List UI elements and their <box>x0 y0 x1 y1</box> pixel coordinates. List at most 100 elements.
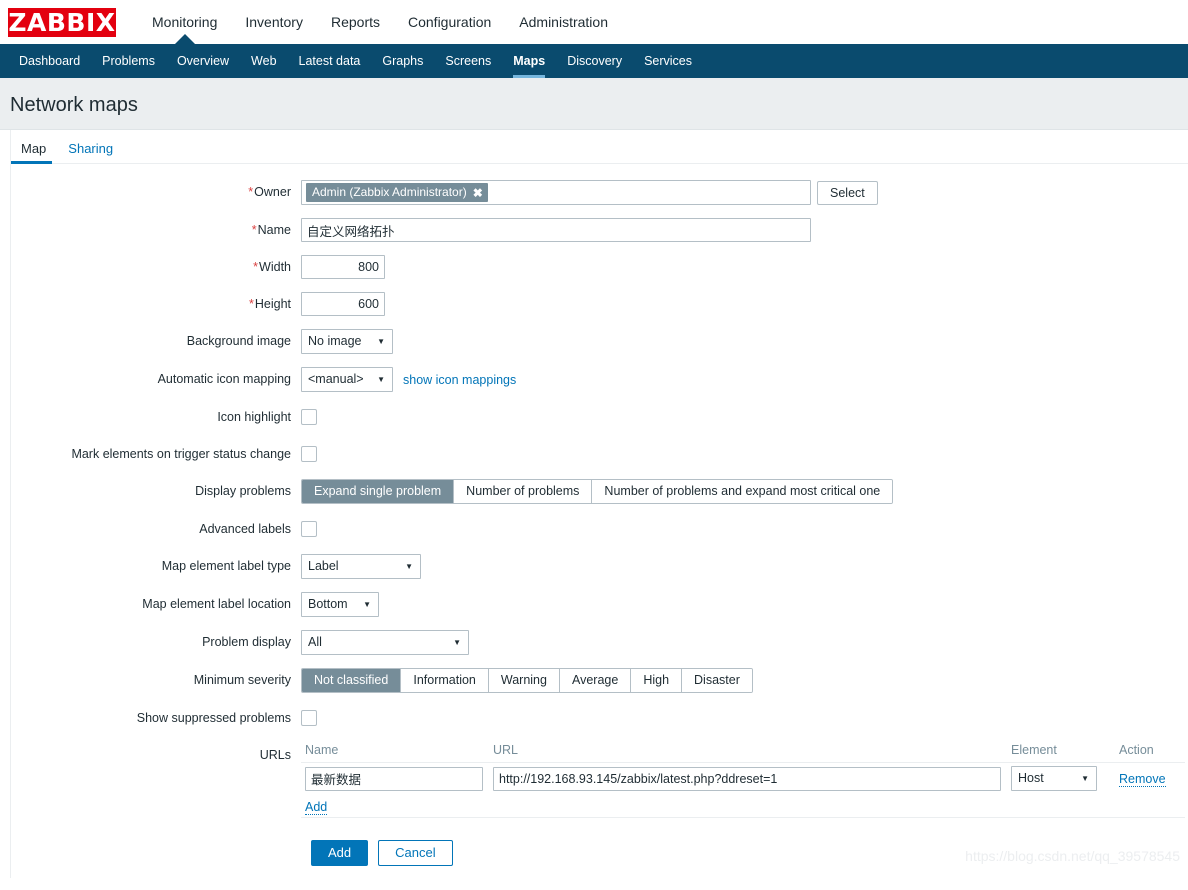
subnav-label: Dashboard <box>19 54 81 68</box>
label-advanced-labels: Advanced labels <box>199 522 291 536</box>
subnav-label: Discovery <box>567 54 623 68</box>
label-background-image: Background image <box>186 334 291 348</box>
topnav-item-administration[interactable]: Administration <box>505 0 622 44</box>
label-automatic-icon-mapping: Automatic icon mapping <box>157 372 291 386</box>
required-asterisk: * <box>248 297 254 311</box>
background-image-select[interactable]: No image <box>301 329 393 354</box>
background-image-value: No image <box>308 334 362 348</box>
label-width: *Width <box>11 255 301 279</box>
severity-option-information[interactable]: Information <box>401 669 489 692</box>
subnav-item-maps[interactable]: Maps <box>502 44 556 78</box>
field-row-display-problems: Display problems Expand single problem N… <box>11 479 1188 504</box>
field-row-width: *Width <box>11 255 1188 279</box>
url-add-link[interactable]: Add <box>305 800 328 815</box>
urls-column-url: URL <box>489 743 1007 763</box>
urls-column-name: Name <box>301 743 489 763</box>
label-text: Owner <box>254 185 291 199</box>
tab-map[interactable]: Map <box>11 134 58 164</box>
required-asterisk: * <box>248 185 254 199</box>
automatic-icon-mapping-select[interactable]: <manual> <box>301 367 393 392</box>
field-row-background-image: Background image No image <box>11 329 1188 354</box>
subnav-item-dashboard[interactable]: Dashboard <box>8 44 91 78</box>
url-name-input[interactable] <box>305 766 483 791</box>
severity-option-not-classified[interactable]: Not classified <box>302 669 402 692</box>
mark-elements-checkbox[interactable] <box>301 446 317 462</box>
display-problems-option-number[interactable]: Number of problems <box>454 480 593 503</box>
secondary-nav: Dashboard Problems Overview Web Latest d… <box>0 44 1188 78</box>
field-row-urls: URLs Name URL Element Action 最新数据 http:/… <box>11 743 1188 818</box>
topnav-item-inventory[interactable]: Inventory <box>231 0 317 44</box>
severity-option-disaster[interactable]: Disaster <box>682 669 752 692</box>
subnav-item-problems[interactable]: Problems <box>91 44 166 78</box>
cancel-button[interactable]: Cancel <box>378 840 453 866</box>
map-element-label-location-select[interactable]: Bottom <box>301 592 379 617</box>
field-row-show-suppressed: Show suppressed problems <box>11 706 1188 730</box>
urls-column-action: Action <box>1115 743 1185 763</box>
subnav-label: Services <box>644 54 693 68</box>
label-text: Width <box>259 260 291 274</box>
map-element-label-type-select[interactable]: Label <box>301 554 421 579</box>
subnav-item-latest-data[interactable]: Latest data <box>288 44 372 78</box>
topnav-item-reports[interactable]: Reports <box>317 0 394 44</box>
severity-option-high[interactable]: High <box>631 669 683 692</box>
field-row-icon-highlight: Icon highlight <box>11 405 1188 429</box>
automatic-icon-mapping-value: <manual> <box>308 372 364 386</box>
subnav-label: Screens <box>445 54 492 68</box>
url-remove-link[interactable]: Remove <box>1119 771 1166 787</box>
subnav-item-screens[interactable]: Screens <box>434 44 502 78</box>
label-height: *Height <box>11 292 301 316</box>
name-input[interactable] <box>301 218 811 242</box>
field-row-name: *Name <box>11 218 1188 242</box>
zabbix-logo[interactable]: ZABBIX <box>8 7 116 37</box>
severity-option-warning[interactable]: Warning <box>488 669 560 692</box>
topnav-label: Monitoring <box>152 14 218 30</box>
owner-select-button[interactable]: Select <box>817 180 878 205</box>
owner-multiselect[interactable]: Admin (Zabbix Administrator) ✖ <box>301 180 811 205</box>
display-problems-option-number-expand-critical[interactable]: Number of problems and expand most criti… <box>592 480 893 503</box>
width-input[interactable] <box>301 255 385 279</box>
owner-chip-label: Admin (Zabbix Administrator) <box>312 185 467 199</box>
subnav-item-overview[interactable]: Overview <box>166 44 240 78</box>
field-row-height: *Height <box>11 292 1188 316</box>
url-address-input[interactable] <box>493 766 1001 791</box>
topnav-label: Administration <box>519 14 608 30</box>
height-input[interactable] <box>301 292 385 316</box>
problem-display-select[interactable]: All <box>301 630 469 655</box>
field-row-map-element-label-type: Map element label type Label <box>11 554 1188 579</box>
field-row-map-element-label-location: Map element label location Bottom <box>11 592 1188 617</box>
topnav-item-monitoring[interactable]: Monitoring <box>138 0 231 44</box>
map-element-label-location-value: Bottom <box>308 597 348 611</box>
show-icon-mappings-link[interactable]: show icon mappings <box>403 373 516 387</box>
topnav-label: Reports <box>330 14 380 30</box>
icon-highlight-checkbox[interactable] <box>301 409 317 425</box>
add-button[interactable]: Add <box>311 840 369 866</box>
topnav-label: Configuration <box>408 14 492 30</box>
subnav-item-services[interactable]: Services <box>633 44 703 78</box>
required-asterisk: * <box>253 260 259 274</box>
label-text: Name <box>257 223 291 237</box>
subnav-item-web[interactable]: Web <box>240 44 287 78</box>
subnav-label: Web <box>251 54 277 68</box>
form-footer: Add Cancel <box>11 840 1188 866</box>
severity-option-average[interactable]: Average <box>559 669 632 692</box>
problem-display-value: All <box>308 635 322 649</box>
tab-sharing[interactable]: Sharing <box>58 134 125 163</box>
close-icon[interactable]: ✖ <box>473 187 483 199</box>
field-row-problem-display: Problem display All <box>11 630 1188 655</box>
urls-add-row: Add <box>301 794 1185 817</box>
url-element-select[interactable]: Host <box>1011 766 1097 791</box>
subnav-label: Overview <box>176 54 230 68</box>
subnav-item-discovery[interactable]: Discovery <box>556 44 633 78</box>
display-problems-radio-group: Expand single problem Number of problems… <box>301 479 894 504</box>
subnav-item-graphs[interactable]: Graphs <box>371 44 434 78</box>
subnav-label: Latest data <box>298 54 361 68</box>
topnav-item-configuration[interactable]: Configuration <box>394 0 505 44</box>
url-element-value: Host <box>1018 771 1044 785</box>
top-header-bar: ZABBIX Monitoring Inventory Reports Conf… <box>0 0 1188 44</box>
map-element-label-type-value: Label <box>308 559 339 573</box>
label-problem-display: Problem display <box>202 635 291 649</box>
display-problems-option-expand-single[interactable]: Expand single problem <box>302 480 455 503</box>
show-suppressed-checkbox[interactable] <box>301 710 317 726</box>
label-map-element-label-type: Map element label type <box>161 559 291 573</box>
advanced-labels-checkbox[interactable] <box>301 521 317 537</box>
